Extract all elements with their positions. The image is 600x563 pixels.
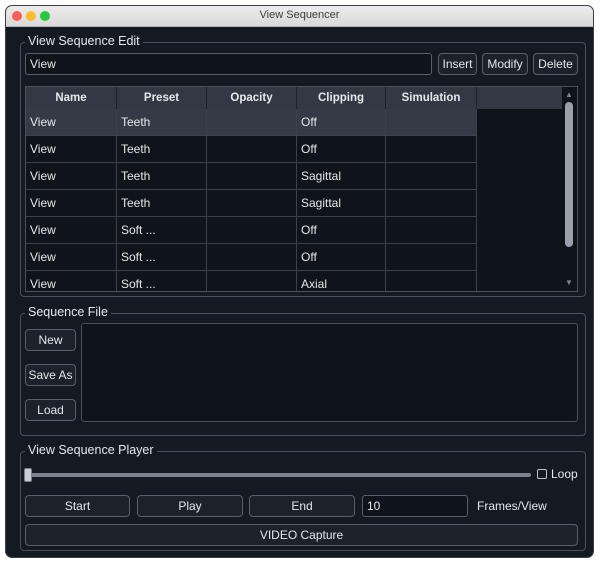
name-cell: View	[26, 190, 117, 217]
window-title: View Sequencer	[259, 9, 340, 21]
preset-cell: Teeth	[117, 109, 207, 136]
name-cell: View	[26, 244, 117, 271]
table-row[interactable]: View Teeth Sagittal	[26, 190, 477, 217]
name-cell: View	[26, 163, 117, 190]
table-header: Name Preset Opacity Clipping Simulation	[26, 87, 563, 109]
clipping-cell: Off	[297, 109, 386, 136]
clipping-cell: Sagittal	[297, 190, 386, 217]
preset-cell: Teeth	[117, 190, 207, 217]
scroll-thumb[interactable]	[565, 102, 573, 247]
new-button[interactable]: New	[25, 329, 76, 351]
table-row[interactable]: View Teeth Off	[26, 109, 477, 136]
column-header-simulation[interactable]: Simulation	[386, 87, 477, 109]
opacity-cell	[207, 109, 297, 136]
clipping-cell: Off	[297, 244, 386, 271]
frames-per-view-input[interactable]: 10	[362, 495, 468, 517]
view-sequence-edit-legend: View Sequence Edit	[25, 34, 143, 48]
name-cell: View	[26, 217, 117, 244]
name-cell: View	[26, 271, 117, 291]
sequence-slider-track[interactable]	[24, 473, 531, 477]
scroll-down-arrow-icon[interactable]: ▼	[564, 278, 574, 288]
simulation-cell	[386, 271, 477, 291]
column-header-opacity[interactable]: Opacity	[207, 87, 297, 109]
simulation-cell	[386, 217, 477, 244]
preset-cell: Teeth	[117, 136, 207, 163]
clipping-cell: Axial	[297, 271, 386, 291]
simulation-cell	[386, 109, 477, 136]
view-sequence-table: Name Preset Opacity Clipping Simulation …	[25, 86, 578, 292]
opacity-cell	[207, 217, 297, 244]
delete-button[interactable]: Delete	[533, 53, 578, 75]
column-header-name[interactable]: Name	[26, 87, 117, 109]
opacity-cell	[207, 244, 297, 271]
start-button[interactable]: Start	[25, 495, 130, 517]
end-button[interactable]: End	[249, 495, 355, 517]
view-sequence-player-group: View Sequence Player Loop Start Play End…	[20, 443, 586, 551]
view-sequencer-window: View Sequencer View Sequence Edit View I…	[5, 5, 594, 558]
table-row[interactable]: View Soft ... Off	[26, 217, 477, 244]
name-cell: View	[26, 109, 117, 136]
table-row[interactable]: View Soft ... Off	[26, 244, 477, 271]
simulation-cell	[386, 244, 477, 271]
opacity-cell	[207, 271, 297, 291]
opacity-cell	[207, 136, 297, 163]
column-header-clipping[interactable]: Clipping	[297, 87, 386, 109]
loop-label: Loop	[551, 467, 578, 481]
save-as-button[interactable]: Save As	[25, 364, 76, 386]
opacity-cell	[207, 163, 297, 190]
table-row[interactable]: View Soft ... Axial	[26, 271, 477, 291]
clipping-cell: Off	[297, 136, 386, 163]
view-name-input[interactable]: View	[25, 53, 432, 75]
frames-per-view-label: Frames/View	[477, 499, 547, 513]
preset-cell: Soft ...	[117, 244, 207, 271]
table-row[interactable]: View Teeth Sagittal	[26, 163, 477, 190]
sequence-slider-handle[interactable]	[24, 468, 32, 482]
view-sequence-player-legend: View Sequence Player	[25, 443, 157, 457]
simulation-cell	[386, 163, 477, 190]
preset-cell: Soft ...	[117, 271, 207, 291]
preset-cell: Teeth	[117, 163, 207, 190]
table-row[interactable]: View Teeth Off	[26, 136, 477, 163]
simulation-cell	[386, 190, 477, 217]
sequence-file-group: Sequence File New Save As Load	[20, 305, 586, 436]
scroll-up-arrow-icon[interactable]: ▲	[564, 90, 574, 100]
title-bar: View Sequencer	[6, 6, 593, 27]
view-sequence-edit-group: View Sequence Edit View Insert Modify De…	[20, 34, 586, 297]
sequence-file-legend: Sequence File	[25, 305, 111, 319]
clipping-cell: Off	[297, 217, 386, 244]
name-cell: View	[26, 136, 117, 163]
simulation-cell	[386, 136, 477, 163]
play-button[interactable]: Play	[137, 495, 243, 517]
preset-cell: Soft ...	[117, 217, 207, 244]
table-scrollbar[interactable]: ▲ ▼	[562, 87, 576, 291]
insert-button[interactable]: Insert	[438, 53, 477, 75]
modify-button[interactable]: Modify	[482, 53, 528, 75]
loop-checkbox[interactable]	[537, 469, 547, 479]
column-header-preset[interactable]: Preset	[117, 87, 207, 109]
clipping-cell: Sagittal	[297, 163, 386, 190]
opacity-cell	[207, 190, 297, 217]
sequence-file-display[interactable]	[81, 323, 578, 422]
video-capture-button[interactable]: VIDEO Capture	[25, 524, 578, 546]
load-button[interactable]: Load	[25, 399, 76, 421]
